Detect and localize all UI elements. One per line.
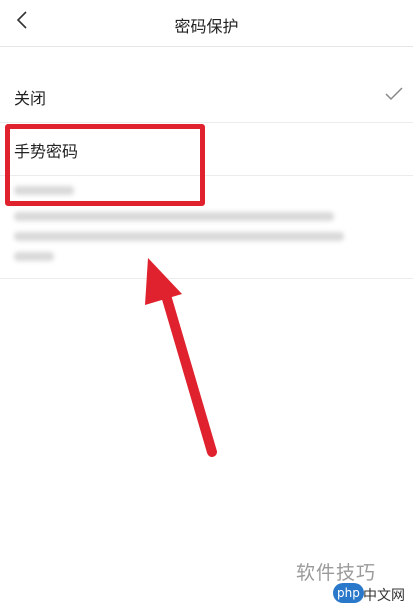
watermark-logo: php: [333, 583, 364, 603]
annotation-arrow: [145, 258, 217, 457]
watermark-logo-suffix: 中文网: [363, 588, 405, 604]
watermark-text: 软件技巧: [296, 562, 377, 584]
